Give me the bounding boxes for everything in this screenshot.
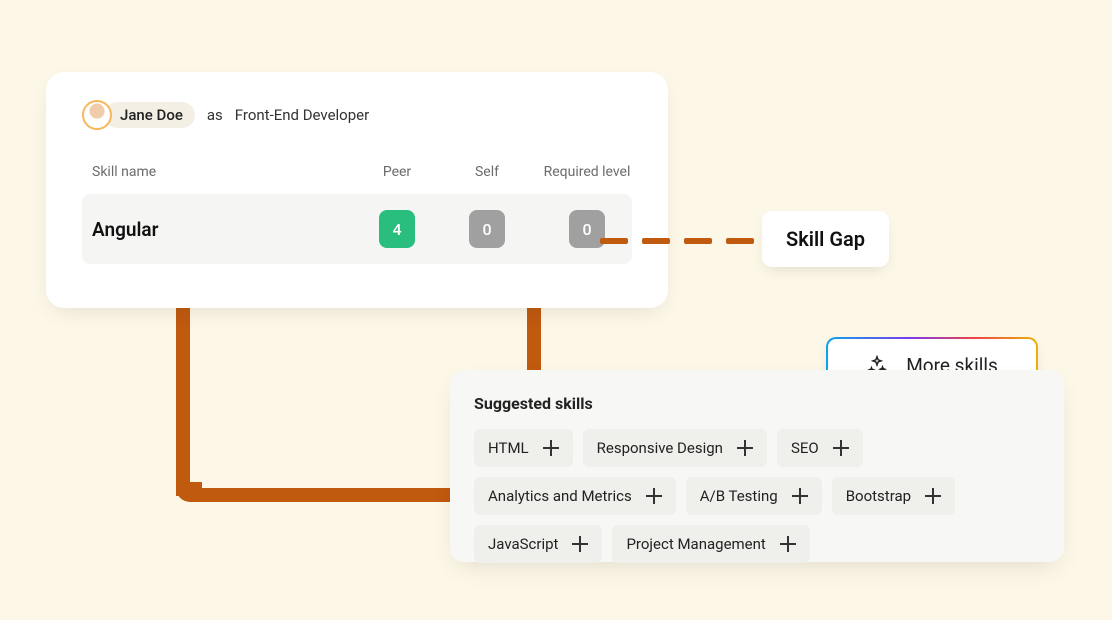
skill-chip-label: JavaScript	[488, 535, 558, 553]
connector-vertical	[176, 300, 190, 496]
col-self: Self	[442, 164, 532, 180]
col-skill: Skill name	[92, 164, 352, 180]
skill-gap-label: Skill Gap	[762, 211, 889, 267]
col-peer: Peer	[352, 164, 442, 180]
peer-score: 4	[379, 210, 415, 248]
skill-chip[interactable]: SEO	[777, 429, 863, 467]
skill-chip[interactable]: Bootstrap	[832, 477, 955, 515]
skill-chip-label: Analytics and Metrics	[488, 487, 632, 505]
plus-icon	[780, 536, 796, 552]
skill-chip[interactable]: Analytics and Metrics	[474, 477, 676, 515]
suggested-skills-card: Suggested skills HTML Responsive Design SE…	[450, 370, 1064, 562]
skill-chip[interactable]: Project Management	[612, 525, 809, 563]
person-name-chip: Jane Doe	[104, 102, 195, 128]
skill-chip-label: Responsive Design	[597, 439, 723, 457]
plus-icon	[572, 536, 588, 552]
skill-card: Jane Doe as Front-End Developer Skill na…	[46, 72, 668, 308]
suggested-title: Suggested skills	[474, 394, 1040, 413]
plus-icon	[792, 488, 808, 504]
skill-name-cell: Angular	[92, 218, 352, 241]
skill-chip-label: A/B Testing	[700, 487, 778, 505]
connector-horizontal	[196, 488, 466, 502]
skill-chip[interactable]: Responsive Design	[583, 429, 767, 467]
plus-icon	[737, 440, 753, 456]
skill-chip[interactable]: JavaScript	[474, 525, 602, 563]
plus-icon	[833, 440, 849, 456]
self-score: 0	[469, 210, 505, 248]
table-header: Skill name Peer Self Required level	[82, 164, 632, 180]
table-row[interactable]: Angular 4 0 0	[82, 194, 632, 264]
connector-vertical-2	[527, 300, 541, 376]
skill-chip[interactable]: A/B Testing	[686, 477, 822, 515]
col-required: Required level	[532, 164, 642, 180]
role-prefix: as	[207, 106, 223, 124]
plus-icon	[543, 440, 559, 456]
skill-chip-label: Bootstrap	[846, 487, 911, 505]
connector-corner	[176, 482, 202, 502]
role-name: Front-End Developer	[235, 106, 369, 124]
skill-chip-label: HTML	[488, 439, 529, 457]
dashed-connector	[600, 238, 762, 244]
avatar	[82, 100, 112, 130]
chip-list: HTML Responsive Design SEO Analytics and Me…	[474, 429, 1040, 563]
plus-icon	[925, 488, 941, 504]
person-row: Jane Doe as Front-End Developer	[82, 100, 632, 130]
skill-chip-label: SEO	[791, 439, 819, 457]
plus-icon	[646, 488, 662, 504]
skill-chip[interactable]: HTML	[474, 429, 573, 467]
skill-chip-label: Project Management	[626, 535, 765, 553]
